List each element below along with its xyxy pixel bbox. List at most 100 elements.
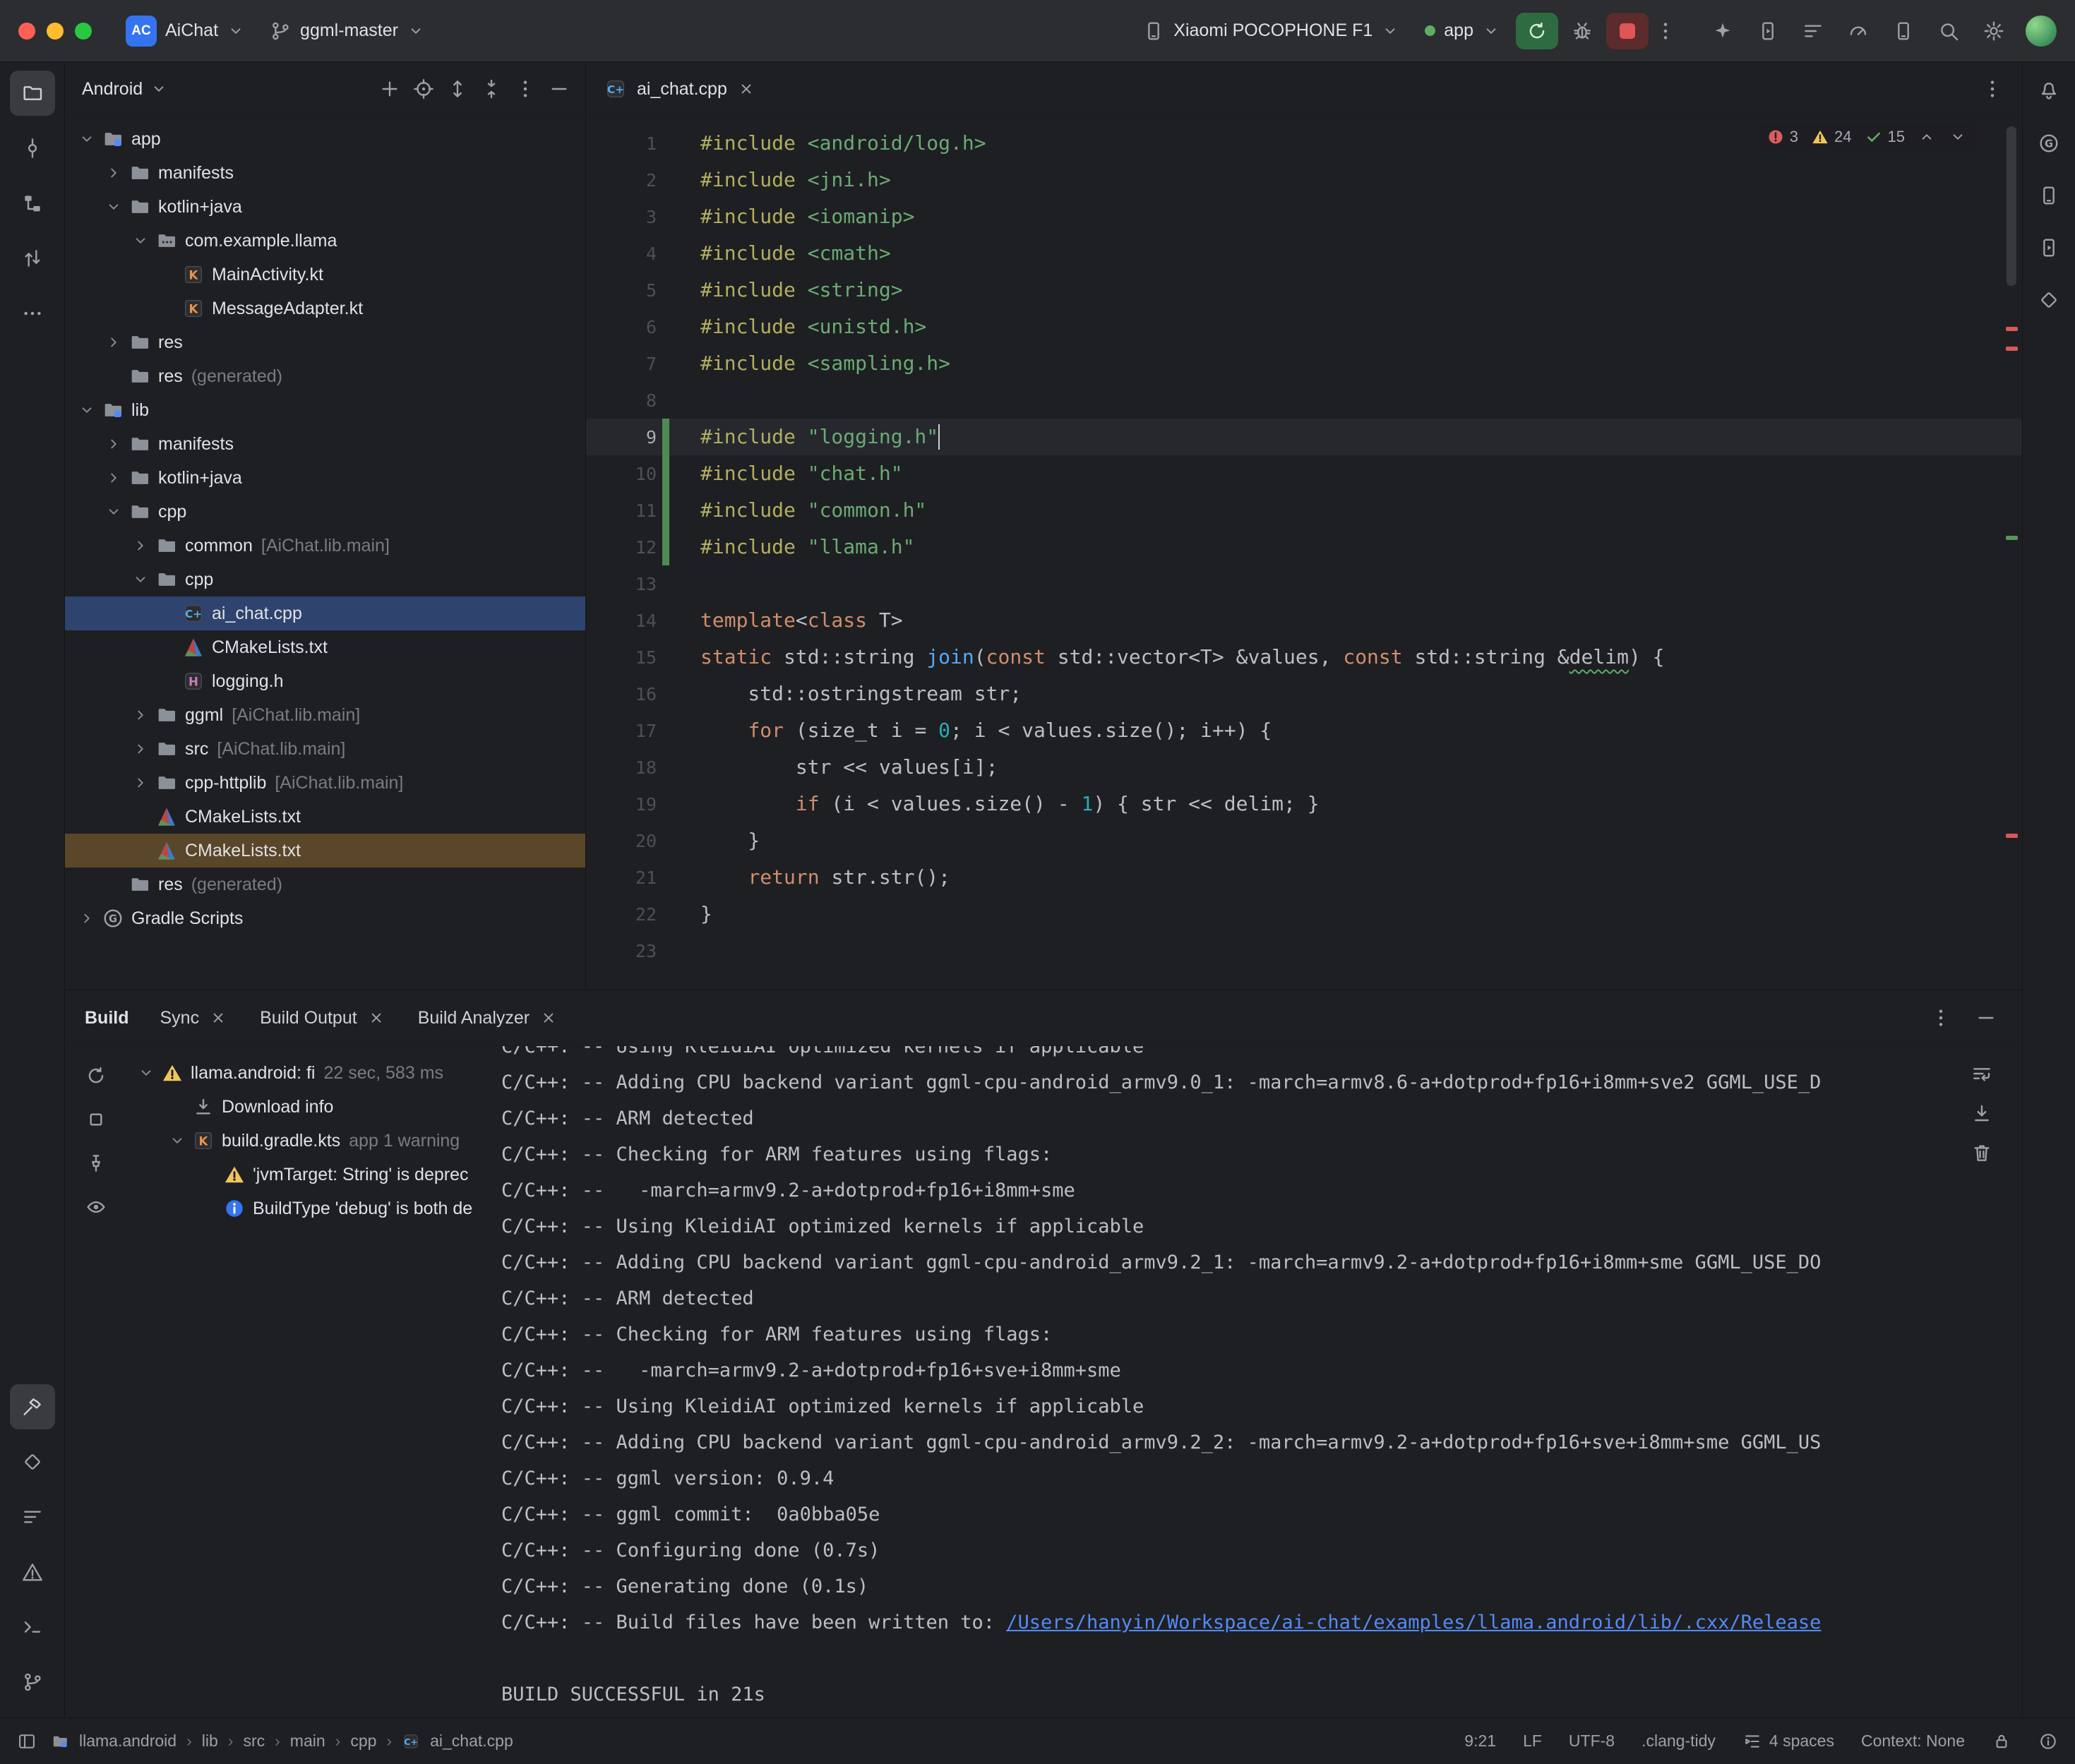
code-line[interactable]: 5#include <string> — [586, 272, 2022, 308]
chevron-collapsed-icon[interactable] — [100, 433, 127, 455]
problems-tool-button[interactable] — [10, 1549, 55, 1595]
sync-button[interactable] — [79, 1059, 113, 1093]
pin-button[interactable] — [79, 1146, 113, 1180]
project-tree-item[interactable]: CMakeLists.txt — [65, 630, 585, 664]
close-tab-icon[interactable] — [737, 80, 755, 98]
collapse-all-button[interactable] — [475, 73, 508, 105]
project-tree-item[interactable]: Hlogging.h — [65, 664, 585, 698]
gradle-button[interactable]: G — [2028, 123, 2069, 164]
project-tree-item[interactable]: cpp — [65, 495, 585, 529]
project-tree-item[interactable]: CMakeLists.txt — [65, 834, 585, 868]
breadcrumb-item[interactable]: src — [243, 1732, 265, 1751]
scroll-to-end-button[interactable] — [1966, 1097, 1998, 1129]
settings-button[interactable] — [1976, 13, 2011, 49]
project-tree-item[interactable]: common[AiChat.lib.main] — [65, 529, 585, 563]
project-tool-button[interactable] — [10, 71, 55, 116]
context-info[interactable]: Context: None — [1861, 1732, 1965, 1751]
project-tree-item[interactable]: CMakeLists.txt — [65, 800, 585, 834]
chevron-collapsed-icon[interactable] — [127, 704, 154, 726]
code-line[interactable]: 18 str << values[i]; — [586, 749, 2022, 786]
project-tree-item[interactable]: kotlin+java — [65, 461, 585, 495]
project-tree-item[interactable]: ggml[AiChat.lib.main] — [65, 698, 585, 732]
app-inspection-tool-button[interactable] — [10, 1439, 55, 1484]
build-tool-button[interactable] — [10, 1384, 55, 1429]
code-line[interactable]: 8 — [586, 382, 2022, 419]
build-console[interactable]: C/C++: -- Using KleidiAI optimized kerne… — [501, 1046, 2022, 1717]
close-tab-icon[interactable] — [367, 1009, 385, 1027]
more-actions-icon[interactable] — [1654, 20, 1677, 42]
lock-icon[interactable] — [1992, 1732, 2011, 1751]
device-manager-button[interactable] — [2028, 175, 2069, 216]
soft-wrap-button[interactable] — [1966, 1057, 1998, 1090]
code-line[interactable]: 22} — [586, 896, 2022, 932]
next-issue-icon[interactable] — [1949, 128, 1967, 146]
project-tree-item[interactable]: lib — [65, 393, 585, 427]
stripe-mark[interactable] — [2006, 327, 2018, 331]
chevron-expanded-icon[interactable] — [127, 569, 154, 590]
build-tab-sync[interactable]: Sync — [160, 1008, 228, 1028]
file-encoding[interactable]: UTF-8 — [1569, 1732, 1615, 1751]
project-tree-item[interactable]: manifests — [65, 427, 585, 461]
close-tab-icon[interactable] — [209, 1009, 227, 1027]
build-tab-build-output[interactable]: Build Output — [260, 1008, 385, 1028]
build-tree-item[interactable]: llama.android: fi22 sec, 583 ms — [127, 1056, 501, 1090]
stop-button[interactable] — [79, 1103, 113, 1136]
commit-tool-button[interactable] — [10, 126, 55, 171]
project-tree-item[interactable]: res(generated) — [65, 359, 585, 393]
code-line[interactable]: 19 if (i < values.size() - 1) { str << d… — [586, 786, 2022, 822]
build-tree-item[interactable]: BuildType 'debug' is both de — [127, 1192, 501, 1225]
close-window-button[interactable] — [18, 23, 35, 40]
search-everywhere-button[interactable] — [1931, 13, 1966, 49]
breadcrumb-item[interactable]: cpp — [350, 1732, 376, 1751]
project-tree-item[interactable]: kotlin+java — [65, 190, 585, 224]
gemini-button[interactable] — [1705, 13, 1740, 49]
code-line[interactable]: 9#include "logging.h" — [586, 419, 2022, 455]
zoom-window-button[interactable] — [75, 23, 92, 40]
project-tree-item[interactable]: cpp — [65, 563, 585, 596]
logcat-tool-button[interactable] — [10, 1494, 55, 1540]
code-line[interactable]: 16 std::ostringstream str; — [586, 676, 2022, 712]
filter-button[interactable] — [79, 1190, 113, 1224]
version-control-tool-button[interactable] — [10, 1660, 55, 1705]
caret-position[interactable]: 9:21 — [1464, 1732, 1496, 1751]
project-widget[interactable]: AC AiChat — [116, 10, 255, 52]
run-button[interactable] — [1516, 13, 1558, 49]
build-options-button[interactable] — [1925, 1002, 1957, 1034]
project-tree-item[interactable]: manifests — [65, 156, 585, 190]
device-selector[interactable]: Xiaomi POCOPHONE F1 — [1132, 14, 1409, 48]
code-line[interactable]: 13 — [586, 565, 2022, 602]
chevron-expanded-icon[interactable] — [100, 501, 127, 522]
chevron-expanded-icon[interactable] — [164, 1130, 191, 1151]
chevron-expanded-icon[interactable] — [100, 196, 127, 217]
project-tree-item[interactable]: KMainActivity.kt — [65, 258, 585, 292]
prev-issue-icon[interactable] — [1918, 128, 1936, 146]
indent-info[interactable]: 4 spaces — [1742, 1732, 1834, 1751]
code-line[interactable]: 20 } — [586, 822, 2022, 859]
project-tree-item[interactable]: res — [65, 325, 585, 359]
code-line[interactable]: 6#include <unistd.h> — [586, 308, 2022, 345]
breadcrumb-item[interactable]: lib — [202, 1732, 218, 1751]
terminal-tool-button[interactable] — [10, 1604, 55, 1650]
minimize-window-button[interactable] — [47, 23, 64, 40]
project-tree-item[interactable]: res(generated) — [65, 868, 585, 901]
build-tool-window-title[interactable]: Build — [85, 1008, 129, 1028]
chevron-collapsed-icon[interactable] — [100, 332, 127, 353]
code-line[interactable]: 17 for (size_t i = 0; i < values.size();… — [586, 712, 2022, 749]
project-tree-item[interactable]: C+ai_chat.cpp — [65, 596, 585, 630]
project-tree-item[interactable]: GGradle Scripts — [65, 901, 585, 935]
hide-project-panel-button[interactable] — [543, 73, 575, 105]
branch-widget[interactable]: ggml-master — [259, 14, 435, 48]
project-tree-item[interactable]: KMessageAdapter.kt — [65, 292, 585, 325]
code-line[interactable]: 15static std::string join(const std::vec… — [586, 639, 2022, 676]
line-separator[interactable]: LF — [1523, 1732, 1542, 1751]
code-line[interactable]: 14template<class T> — [586, 602, 2022, 639]
chevron-collapsed-icon[interactable] — [100, 467, 127, 488]
structure-tool-button[interactable] — [10, 181, 55, 226]
editor-options-icon[interactable] — [1981, 78, 2004, 100]
project-tree-item[interactable]: com.example.llama — [65, 224, 585, 258]
stripe-mark[interactable] — [2006, 536, 2018, 540]
debug-button[interactable] — [1564, 13, 1601, 49]
running-devices-button[interactable] — [2028, 227, 2069, 268]
close-tab-icon[interactable] — [539, 1009, 558, 1027]
app-quality-insights-button[interactable] — [2028, 280, 2069, 320]
